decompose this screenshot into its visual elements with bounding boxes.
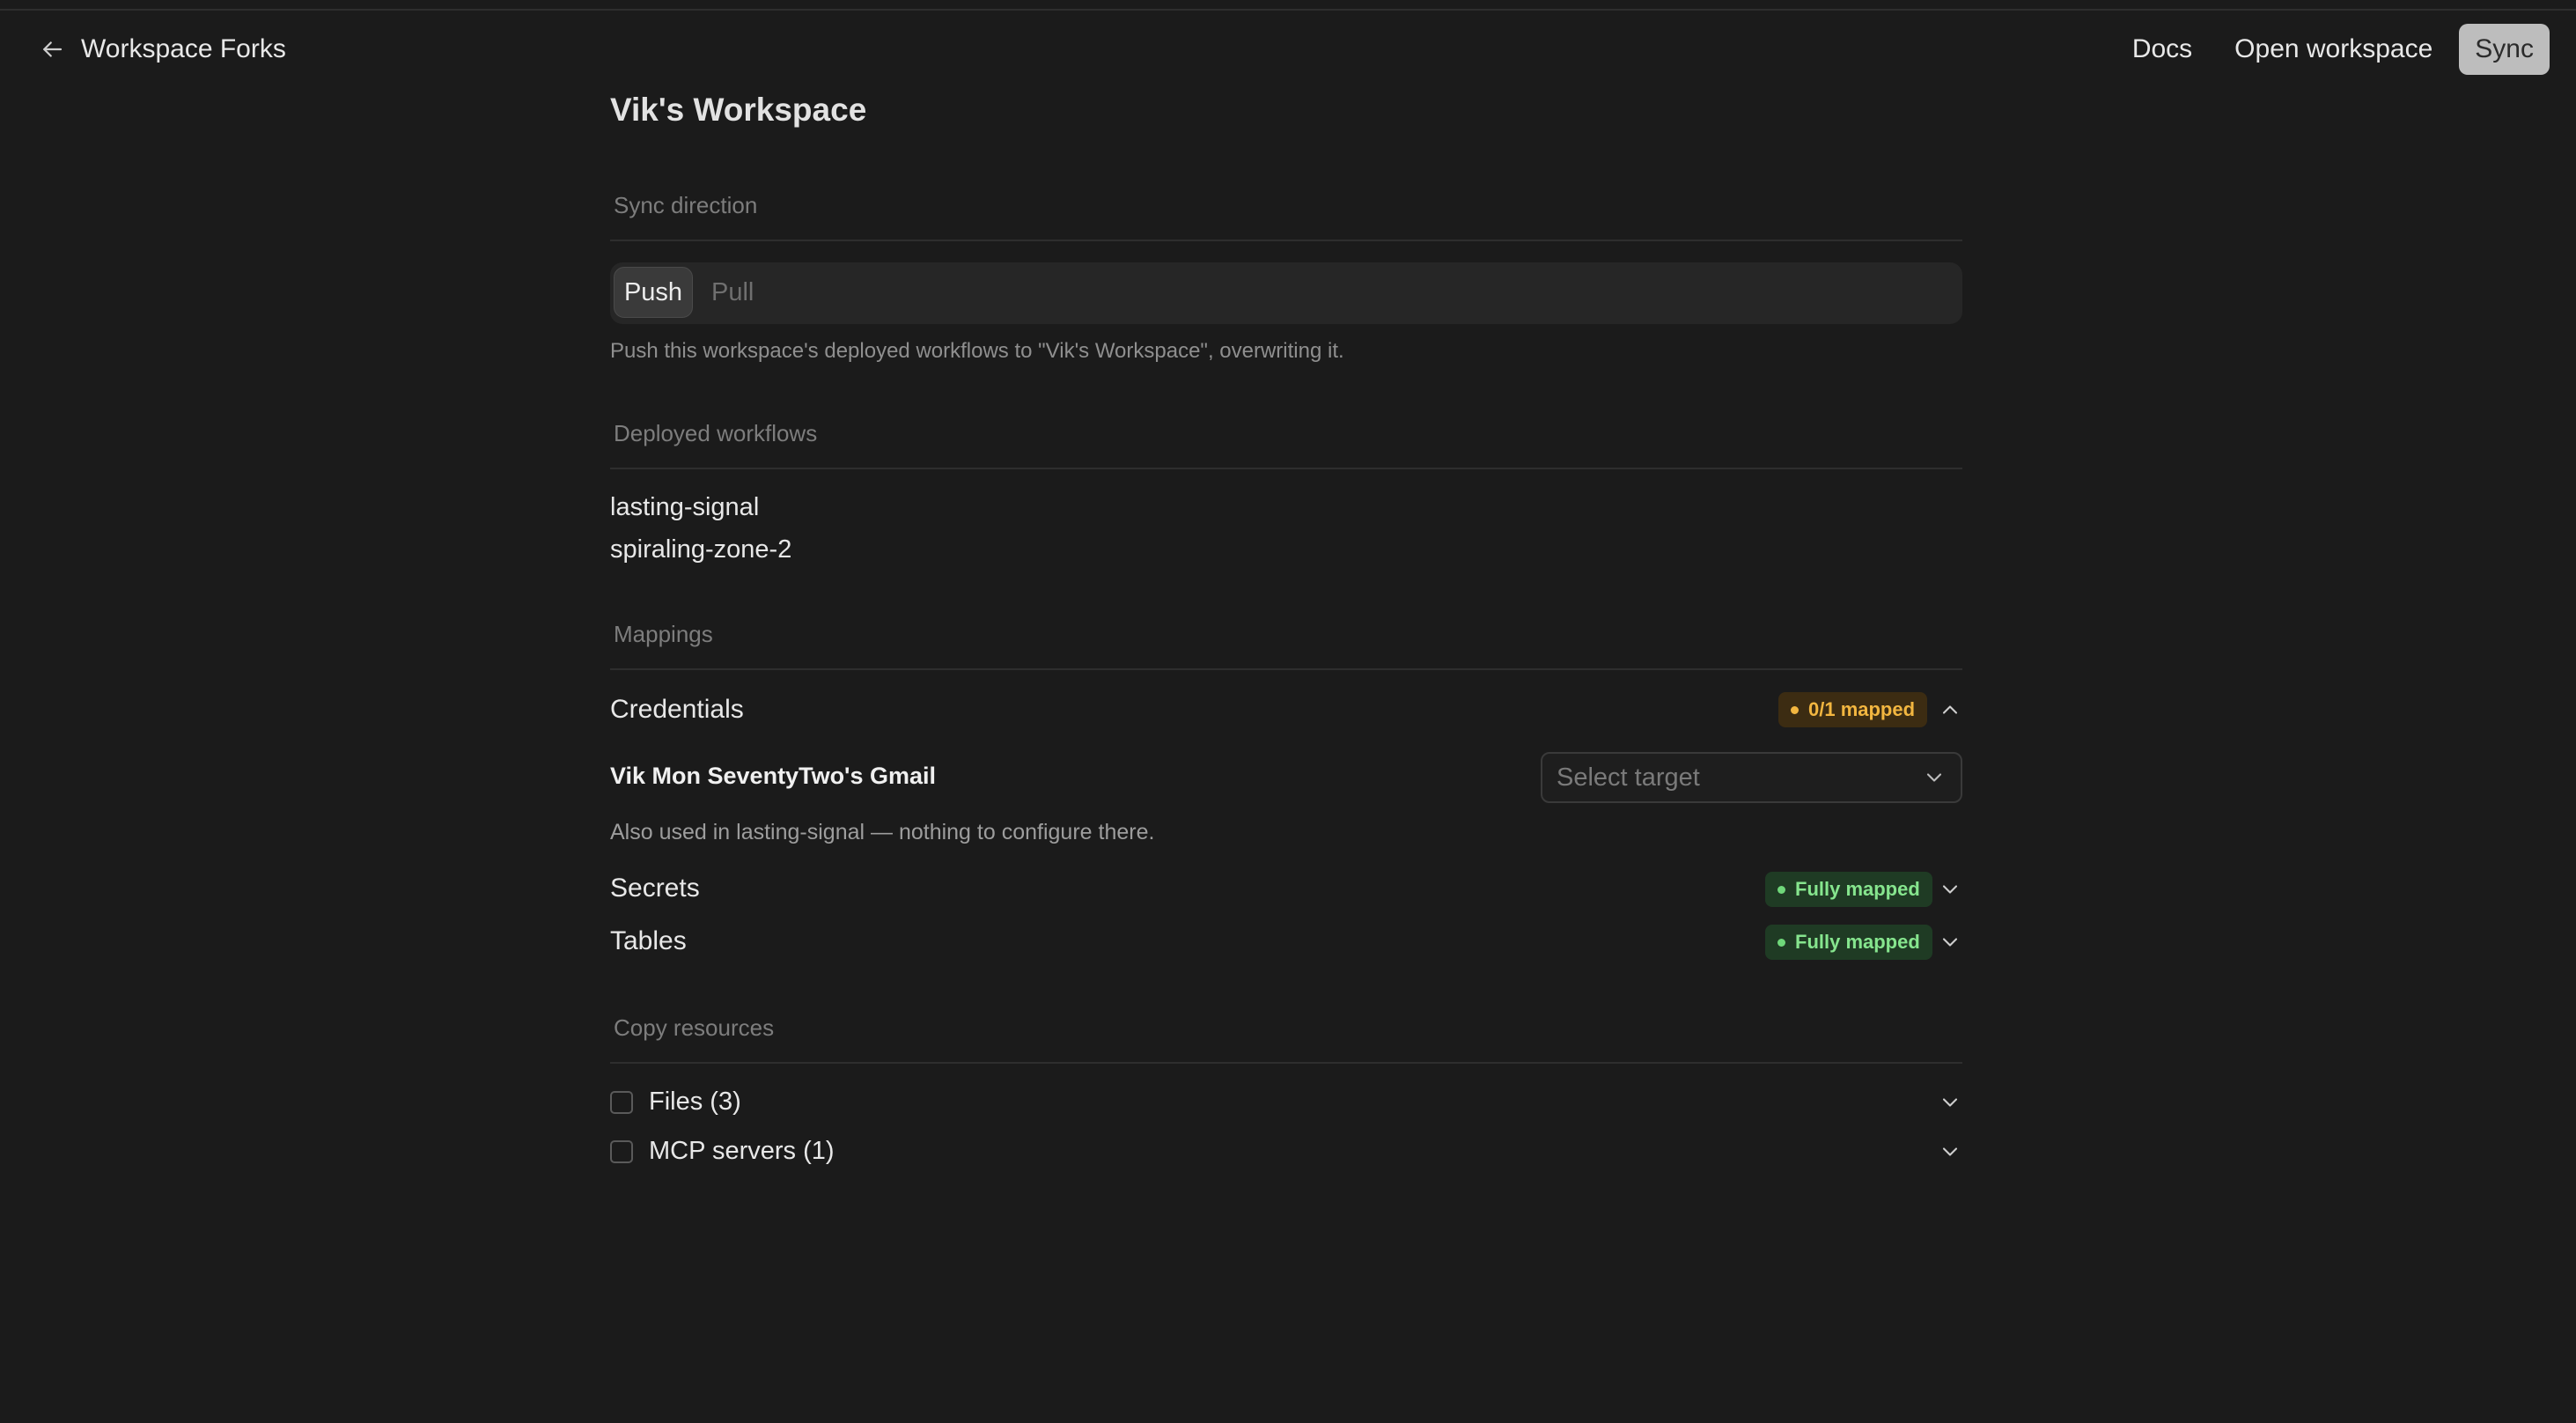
badge-label: Fully mapped (1795, 931, 1920, 953)
chevron-down-icon (1942, 1147, 1958, 1156)
divider (610, 468, 1962, 469)
divider (610, 1062, 1962, 1064)
dropdown-chevron (1922, 765, 1947, 790)
push-option[interactable]: Push (614, 267, 693, 318)
tables-status-badge: Fully mapped (1765, 925, 1932, 960)
back-link[interactable]: Workspace Forks (39, 23, 286, 76)
section-label-sync-direction: Sync direction (614, 192, 758, 218)
files-label[interactable]: Files (3) (649, 1088, 741, 1117)
page-title: Vik's Workspace (610, 92, 867, 128)
divider (610, 240, 1962, 241)
open-workspace-link[interactable]: Open workspace (2234, 34, 2432, 64)
mcp-servers-checkbox[interactable] (610, 1140, 633, 1163)
chevron-down-icon (1926, 773, 1942, 782)
chevron-down-icon (1942, 1098, 1958, 1107)
back-link-label: Workspace Forks (81, 34, 286, 63)
badge-label: 0/1 mapped (1808, 698, 1916, 720)
expand-secrets-button[interactable] (1938, 877, 1962, 902)
chevron-down-icon (1942, 938, 1958, 947)
section-label-deployed-workflows: Deployed workflows (614, 420, 818, 446)
badge-label: Fully mapped (1795, 878, 1920, 900)
expand-mcp-servers-button[interactable] (1938, 1139, 1962, 1164)
collapse-credentials-button[interactable] (1938, 697, 1962, 722)
workflow-item: lasting-signal (610, 493, 760, 521)
mapping-group-tables[interactable]: Tables (610, 926, 687, 956)
files-checkbox[interactable] (610, 1091, 633, 1114)
sync-button[interactable]: Sync (2459, 24, 2550, 75)
mcp-servers-label[interactable]: MCP servers (1) (649, 1137, 835, 1166)
credentials-status-badge: 0/1 mapped (1778, 692, 1928, 727)
header-actions: Docs Open workspace Sync (2132, 24, 2550, 75)
status-dot (1777, 939, 1785, 947)
select-target-dropdown[interactable]: Select target (1541, 752, 1962, 803)
section-label-mappings: Mappings (614, 621, 713, 647)
status-dot (1791, 706, 1799, 714)
chevron-down-icon (1942, 885, 1958, 894)
credential-note: Also used in lasting-signal — nothing to… (610, 820, 1155, 844)
workflow-item: spiraling-zone-2 (610, 535, 792, 564)
docs-link[interactable]: Docs (2132, 34, 2192, 64)
credential-name: Vik Mon SeventyTwo's Gmail (610, 763, 937, 789)
arrow-left-icon (43, 41, 63, 57)
section-label-copy-resources: Copy resources (614, 1014, 775, 1041)
expand-tables-button[interactable] (1938, 930, 1962, 955)
header: Workspace Forks Docs Open workspace Sync (0, 9, 2576, 92)
pull-option[interactable]: Pull (711, 267, 754, 318)
select-placeholder: Select target (1557, 763, 1700, 792)
mapping-group-credentials[interactable]: Credentials (610, 695, 744, 725)
divider (610, 668, 1962, 670)
status-dot (1777, 886, 1785, 894)
expand-files-button[interactable] (1938, 1090, 1962, 1115)
sync-direction-help: Push this workspace's deployed workflows… (610, 339, 1344, 363)
mapping-group-secrets[interactable]: Secrets (610, 874, 700, 903)
chevron-up-icon (1942, 705, 1958, 714)
secrets-status-badge: Fully mapped (1765, 872, 1932, 907)
sync-direction-toggle: Push Pull (610, 262, 1962, 324)
